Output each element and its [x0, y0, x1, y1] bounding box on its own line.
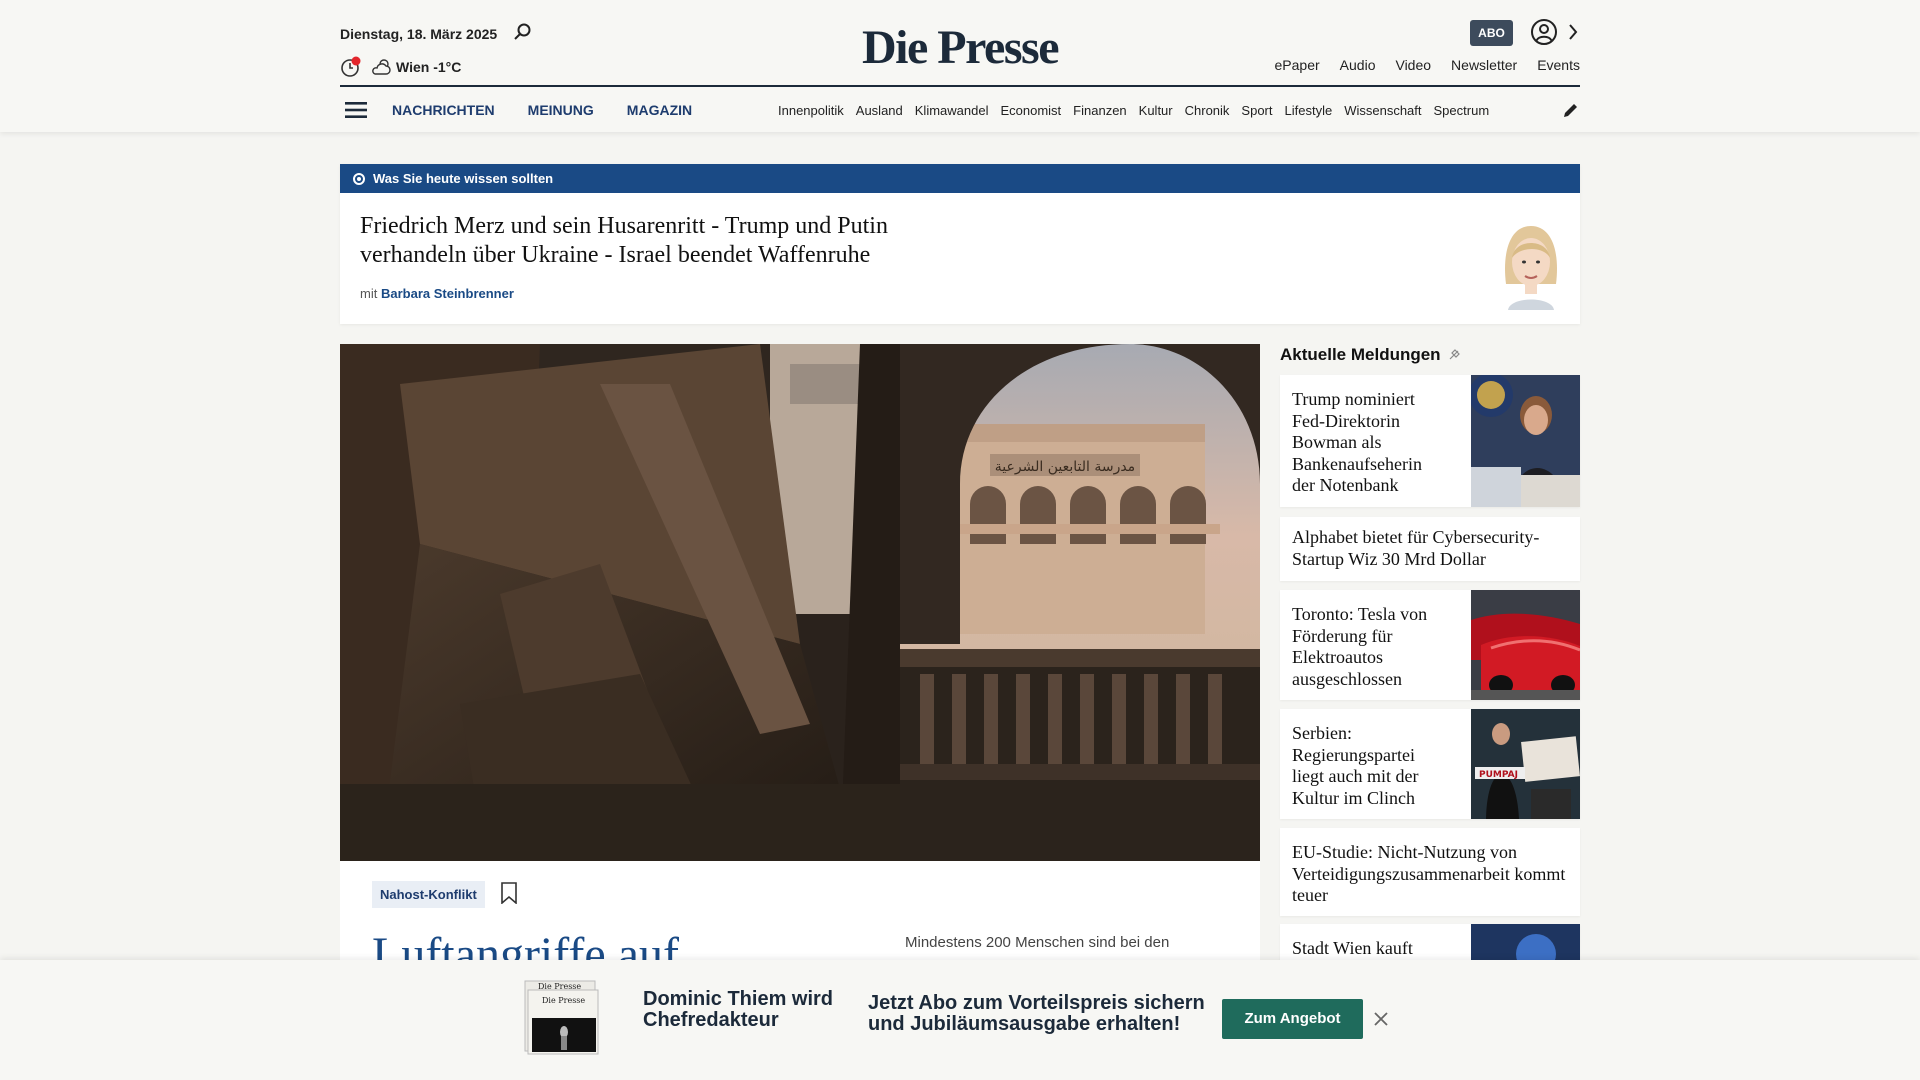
section-klimawandel[interactable]: Klimawandel: [915, 103, 989, 118]
news-thumbnail: [1471, 375, 1580, 507]
briefing-bar: Was Sie heute wissen sollten: [340, 164, 1580, 193]
top-links: ePaper Audio Video Newsletter Events: [1275, 57, 1580, 73]
hamburger-menu-icon[interactable]: [345, 101, 367, 119]
section-kultur[interactable]: Kultur: [1139, 103, 1173, 118]
chevron-right-icon[interactable]: [1566, 23, 1580, 41]
news-item-title[interactable]: EU-Studie: Nicht-Nutzung von Verteidigun…: [1292, 842, 1572, 907]
news-item[interactable]: EU-Studie: Nicht-Nutzung von Verteidigun…: [1280, 828, 1580, 916]
clock-notification-icon[interactable]: [340, 56, 362, 78]
section-sport[interactable]: Sport: [1241, 103, 1272, 118]
section-finanzen[interactable]: Finanzen: [1073, 103, 1126, 118]
top-link-events[interactable]: Events: [1537, 57, 1580, 73]
section-wissenschaft[interactable]: Wissenschaft: [1344, 103, 1421, 118]
news-thumbnail: PUMPAJ: [1471, 709, 1580, 819]
daily-briefing[interactable]: Was Sie heute wissen sollten Friedrich M…: [340, 164, 1580, 324]
bookmark-icon[interactable]: [500, 882, 518, 904]
subscription-promo: Die Presse Die Presse Dominic Thiem wird…: [0, 960, 1920, 1080]
news-item[interactable]: Trump nominiert Fed-Direktorin Bowman al…: [1280, 375, 1580, 507]
section-ausland[interactable]: Ausland: [856, 103, 903, 118]
partly-cloudy-icon: [372, 59, 391, 75]
promo-headline: Dominic Thiem wird Chefredakteur: [643, 988, 834, 1031]
live-dot-icon: [353, 172, 365, 185]
news-item-title[interactable]: Alphabet bietet für Cybersecurity-Startu…: [1292, 527, 1572, 570]
nav-meinung[interactable]: MEINUNG: [528, 102, 594, 118]
news-item[interactable]: Alphabet bietet für Cybersecurity-Startu…: [1280, 517, 1580, 581]
close-icon[interactable]: [1372, 1010, 1390, 1028]
section-chronik[interactable]: Chronik: [1185, 103, 1230, 118]
hero-image[interactable]: مدرسة التابعين الشرعية: [340, 344, 1260, 861]
news-item-title[interactable]: Serbien: Regierungspartei liegt auch mit…: [1292, 723, 1442, 809]
byline-prefix: mit: [360, 286, 378, 301]
nav-nachrichten[interactable]: NACHRICHTEN: [392, 102, 495, 118]
news-item-title[interactable]: Stadt Wien kauft: [1292, 938, 1442, 960]
news-item-title[interactable]: Trump nominiert Fed-Direktorin Bowman al…: [1292, 389, 1442, 497]
news-thumbnail: [1471, 590, 1580, 700]
top-link-video[interactable]: Video: [1395, 57, 1431, 73]
pencil-icon[interactable]: [1562, 101, 1580, 119]
promo-text: Jetzt Abo zum Vorteilspreis sichern und …: [868, 992, 1205, 1035]
weather-label[interactable]: Wien -1°C: [396, 59, 461, 75]
nav-magazin[interactable]: MAGAZIN: [627, 102, 692, 118]
briefing-label: Was Sie heute wissen sollten: [373, 171, 554, 186]
topic-tag[interactable]: Nahost-Konflikt: [372, 881, 485, 908]
school-sign-text: مدرسة التابعين الشرعية: [995, 459, 1135, 475]
section-lifestyle[interactable]: Lifestyle: [1285, 103, 1333, 118]
briefing-title[interactable]: Friedrich Merz und sein Husarenritt - Tr…: [360, 212, 980, 270]
hero-photo: مدرسة التابعين الشرعية: [340, 344, 1260, 861]
header-divider: [340, 85, 1580, 87]
main-nav: NACHRICHTEN MEINUNG MAGAZIN: [392, 102, 692, 118]
news-item-title[interactable]: Toronto: Tesla von Förderung für Elektro…: [1292, 604, 1442, 690]
section-nav: Innenpolitik Ausland Klimawandel Economi…: [778, 103, 1535, 118]
author-avatar: [1505, 226, 1557, 310]
section-spectrum[interactable]: Spectrum: [1434, 103, 1490, 118]
byline-author[interactable]: Barbara Steinbrenner: [381, 286, 514, 301]
briefing-byline: mit Barbara Steinbrenner: [360, 286, 514, 301]
top-link-epaper[interactable]: ePaper: [1275, 57, 1320, 73]
pin-icon: [1449, 349, 1460, 360]
offer-button[interactable]: Zum Angebot: [1222, 999, 1363, 1039]
news-item[interactable]: Serbien: Regierungspartei liegt auch mit…: [1280, 709, 1580, 819]
header-inner: Dienstag, 18. März 2025 Wien -1°C Die Pr…: [340, 0, 1580, 132]
top-link-newsletter[interactable]: Newsletter: [1451, 57, 1517, 73]
paper-masthead: Die Presse: [538, 982, 581, 991]
sidebar-heading: Aktuelle Meldungen: [1280, 345, 1461, 365]
top-link-audio[interactable]: Audio: [1340, 57, 1376, 73]
paper-masthead: Die Presse: [542, 996, 585, 1005]
user-account-icon[interactable]: [1530, 18, 1558, 46]
site-logo[interactable]: Die Presse: [860, 20, 1060, 75]
hero-teaser: Mindestens 200 Menschen sind bei den: [905, 934, 1170, 951]
site-header: Dienstag, 18. März 2025 Wien -1°C Die Pr…: [0, 0, 1920, 132]
section-economist[interactable]: Economist: [1000, 103, 1061, 118]
search-icon[interactable]: [512, 22, 532, 42]
section-nav-fade: [1500, 96, 1540, 126]
abo-button[interactable]: ABO: [1470, 20, 1513, 46]
current-date: Dienstag, 18. März 2025: [340, 26, 498, 42]
sidebar-heading-text: Aktuelle Meldungen: [1280, 345, 1441, 364]
section-innenpolitik[interactable]: Innenpolitik: [778, 103, 844, 118]
newspaper-bundle-image: Die Presse Die Presse: [524, 980, 599, 1055]
news-item[interactable]: Toronto: Tesla von Förderung für Elektro…: [1280, 590, 1580, 700]
protest-sign-text: PUMPAJ: [1479, 770, 1518, 780]
